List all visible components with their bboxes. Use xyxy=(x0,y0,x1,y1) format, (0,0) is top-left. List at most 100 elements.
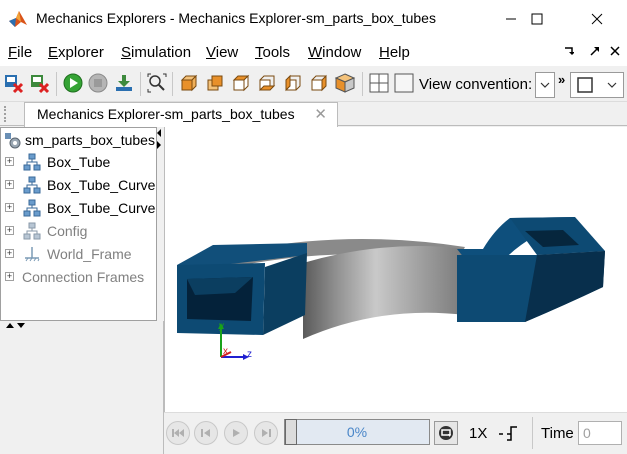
playback-bar: 0% 1X Time 0 xyxy=(164,412,627,454)
menu-view[interactable]: View xyxy=(206,44,238,61)
tree-root[interactable]: sm_parts_box_tubes xyxy=(1,130,156,152)
menu-window[interactable]: Window xyxy=(308,44,361,61)
single-view-button[interactable] xyxy=(392,71,416,95)
step-back-button[interactable] xyxy=(194,421,218,445)
view-top-button[interactable] xyxy=(229,71,253,95)
tree-root-label: sm_parts_box_tubes xyxy=(25,132,155,148)
3d-viewport[interactable]: y x z xyxy=(164,127,627,412)
menu-tools[interactable]: Tools xyxy=(255,44,290,61)
menu-simulation-mnemonic: S xyxy=(121,44,132,61)
view-right-button[interactable] xyxy=(307,71,331,95)
expand-icon[interactable]: + xyxy=(5,157,14,166)
play-button[interactable] xyxy=(61,71,85,95)
close-icon xyxy=(591,13,603,25)
tree-item-label: Connection Frames xyxy=(22,269,145,285)
view-back-button[interactable] xyxy=(203,71,227,95)
splitter-arrows-icon[interactable] xyxy=(155,127,163,151)
right-elbow-shade xyxy=(525,251,605,322)
menu-file[interactable]: File xyxy=(8,44,32,61)
menu-help-mnemonic: H xyxy=(379,44,390,61)
left-tube-side xyxy=(263,253,307,335)
cube-bottom-icon xyxy=(258,75,276,91)
axis-y-label: y xyxy=(219,321,224,332)
cube-isometric-icon xyxy=(334,73,356,93)
playback-speed[interactable]: 1X xyxy=(469,425,487,442)
menu-explorer-label: xplorer xyxy=(58,44,104,61)
save-video-button[interactable] xyxy=(112,71,136,95)
matlab-logo-icon xyxy=(9,11,27,27)
skip-to-start-button[interactable] xyxy=(166,421,190,445)
speed-step-icon[interactable] xyxy=(497,423,521,443)
tab-close-icon[interactable]: ✕ xyxy=(314,105,327,123)
download-icon xyxy=(116,75,132,91)
subsystem-icon xyxy=(23,153,41,171)
grip-handle[interactable] xyxy=(4,106,8,122)
expand-icon[interactable]: + xyxy=(5,249,14,258)
expand-icon[interactable]: + xyxy=(5,226,14,235)
tab-mechanics-explorer[interactable]: Mechanics Explorer-sm_parts_box_tubes ✕ xyxy=(24,102,338,127)
toolbar-separator xyxy=(362,72,363,96)
close-button[interactable] xyxy=(574,0,620,38)
tree-item-box-tube[interactable]: + Box_Tube xyxy=(1,152,156,174)
four-view-button[interactable] xyxy=(367,71,391,95)
dock-arrow-icon[interactable] xyxy=(564,46,574,56)
maximize-button[interactable] xyxy=(514,0,560,38)
view-front-button[interactable] xyxy=(177,71,201,95)
view-isometric-button[interactable] xyxy=(333,71,357,95)
time-field[interactable]: 0 xyxy=(578,421,622,445)
menu-help[interactable]: Help xyxy=(379,44,410,61)
view-convention-dropdown[interactable] xyxy=(535,72,555,98)
loop-button[interactable] xyxy=(434,421,458,445)
tree-item-label: Box_Tube_Curved xyxy=(47,177,157,193)
tree-item-connection-frames[interactable]: + Connection Frames xyxy=(1,267,156,289)
tree-item-world-frame[interactable]: + World_Frame xyxy=(1,244,156,266)
collapse-arrows-icon[interactable] xyxy=(5,321,27,329)
loop-icon xyxy=(439,426,453,440)
cube-back-icon xyxy=(207,75,223,91)
curved-tube-side xyxy=(303,246,465,339)
tree-item-label: World_Frame xyxy=(47,246,132,262)
stop-button[interactable] xyxy=(86,71,110,95)
menu-file-label: ile xyxy=(17,44,33,61)
chevron-down-icon xyxy=(607,82,617,88)
playback-separator xyxy=(532,417,533,449)
toolbar-separator xyxy=(56,72,57,96)
menu-simulation[interactable]: Simulation xyxy=(121,44,191,61)
toolbar: View convention: » xyxy=(0,66,627,102)
close-model-button[interactable] xyxy=(2,71,26,95)
grid-four-icon xyxy=(369,73,389,93)
close-all-button[interactable] xyxy=(28,71,52,95)
window-title: Mechanics Explorers - Mechanics Explorer… xyxy=(36,10,436,26)
cube-front-icon xyxy=(180,74,198,92)
toolbar-overflow-icon[interactable]: » xyxy=(558,72,565,87)
view-bottom-button[interactable] xyxy=(255,71,279,95)
expand-icon[interactable]: + xyxy=(5,180,14,189)
subsystem-icon xyxy=(23,176,41,194)
play-icon xyxy=(63,73,83,93)
menu-view-label: iew xyxy=(215,44,239,61)
playback-progress[interactable]: 0% xyxy=(284,419,430,445)
maximize-icon xyxy=(531,13,543,25)
undock-arrow-icon[interactable] xyxy=(590,46,600,56)
expand-icon[interactable]: + xyxy=(5,203,14,212)
menu-explorer-mnemonic: E xyxy=(48,44,59,61)
cube-left-icon xyxy=(285,74,301,92)
view-left-button[interactable] xyxy=(281,71,305,95)
document-tab-strip: Mechanics Explorer-sm_parts_box_tubes ✕ xyxy=(0,102,627,127)
left-panel-lower xyxy=(0,321,164,454)
expand-icon[interactable]: + xyxy=(5,272,14,281)
menu-tools-label: ools xyxy=(262,44,291,61)
menu-explorer[interactable]: Explorer xyxy=(48,44,104,61)
step-forward-button[interactable] xyxy=(254,421,278,445)
model-tree: sm_parts_box_tubes + Box_Tube + Box_Tube… xyxy=(0,127,157,321)
stop-icon xyxy=(88,73,108,93)
close-all-icon xyxy=(31,75,50,94)
tree-item-config[interactable]: + Config xyxy=(1,221,156,243)
tree-item-box-tube-curved[interactable]: + Box_Tube_Curved xyxy=(1,198,157,220)
close-panel-icon[interactable] xyxy=(610,46,620,56)
playback-play-button[interactable] xyxy=(224,421,248,445)
layout-dropdown[interactable] xyxy=(570,72,624,98)
tree-item-box-tube-curved[interactable]: + Box_Tube_Curved xyxy=(1,175,157,197)
zoom-to-fit-button[interactable] xyxy=(145,71,169,95)
tree-item-label: Box_Tube_Curved xyxy=(47,200,157,216)
